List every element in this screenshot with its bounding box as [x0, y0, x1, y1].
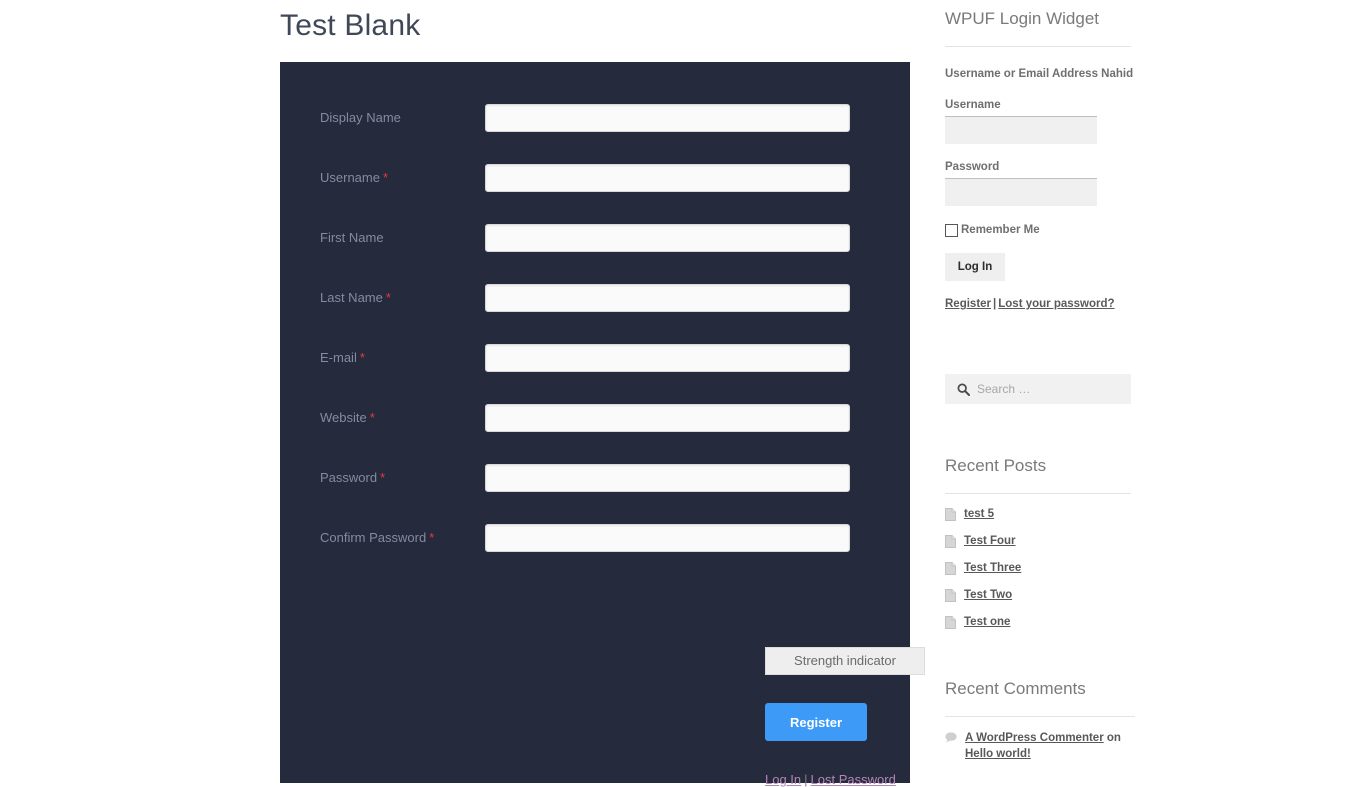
- input-username[interactable]: [485, 164, 850, 192]
- input-display-name[interactable]: [485, 104, 850, 132]
- sidebar-register-link[interactable]: Register: [945, 298, 991, 310]
- document-icon: [945, 562, 956, 575]
- widget-divider: [945, 46, 1131, 47]
- remember-me-row: Remember Me: [945, 224, 1131, 237]
- search-box[interactable]: [945, 374, 1132, 404]
- recent-posts-title: Recent Posts: [945, 456, 1047, 475]
- recent-posts-widget: Recent Posts test 5 Test Four Test Three Te…: [945, 447, 1131, 629]
- wpuf-login-widget: WPUF Login Widget Username or Email Addr…: [945, 0, 1134, 310]
- remember-me-checkbox[interactable]: [945, 224, 958, 237]
- recent-post-link[interactable]: Test Two: [964, 588, 1012, 602]
- input-last-name[interactable]: [485, 284, 850, 312]
- form-row-password: Password *: [280, 464, 910, 492]
- form-links-separator: |: [804, 772, 808, 787]
- label-email: E-mail *: [320, 350, 365, 365]
- form-row-website: Website *: [280, 404, 910, 432]
- document-icon: [945, 589, 956, 602]
- recent-post-link[interactable]: Test one: [964, 615, 1010, 629]
- label-confirm-password: Confirm Password *: [320, 530, 435, 545]
- required-marker: *: [385, 290, 391, 305]
- input-confirm-password[interactable]: [485, 524, 850, 552]
- form-row-first-name: First Name: [280, 224, 910, 252]
- register-button[interactable]: Register: [765, 703, 867, 741]
- search-icon: [957, 383, 970, 396]
- document-icon: [945, 616, 956, 629]
- required-marker: *: [382, 170, 389, 185]
- form-row-display-name: Display Name: [280, 104, 910, 132]
- required-marker: *: [429, 530, 435, 545]
- sidebar-login-button[interactable]: Log In: [945, 253, 1005, 281]
- form-row-email: E-mail *: [280, 344, 910, 372]
- recent-post-link[interactable]: Test Four: [964, 534, 1016, 548]
- sidebar: WPUF Login Widget Username or Email Addr…: [945, 0, 1135, 783]
- recent-post-link[interactable]: Test Three: [964, 561, 1021, 575]
- recent-comment-item: A WordPress Commenter on Hello world!: [945, 730, 1135, 762]
- recent-post-item: test 5: [945, 507, 1131, 521]
- required-marker: *: [359, 350, 365, 365]
- recent-post-item: Test Four: [945, 534, 1131, 548]
- registration-form-panel: Display Name Username * First Name Last Name…: [280, 62, 925, 787]
- recent-post-link[interactable]: test 5: [964, 507, 994, 521]
- form-row-last-name: Last Name *: [280, 284, 910, 312]
- sidebar-links-separator: |: [993, 298, 997, 310]
- form-lost-password-link[interactable]: Lost Password: [811, 772, 896, 787]
- recent-comments-list: A WordPress Commenter on Hello world!: [945, 730, 1135, 762]
- form-footer-links: Log In | Lost Password: [765, 772, 896, 787]
- search-widget: [945, 374, 1132, 404]
- comment-author-link[interactable]: A WordPress Commenter: [965, 732, 1104, 744]
- remember-me-label: Remember Me: [961, 224, 1040, 236]
- label-last-name: Last Name *: [320, 290, 391, 305]
- document-icon: [945, 535, 956, 548]
- recent-comments-widget: Recent Comments A WordPress Commenter on…: [945, 670, 1135, 762]
- label-password: Password *: [320, 470, 386, 485]
- password-strength-indicator: Strength indicator: [765, 647, 925, 675]
- label-first-name: First Name: [320, 230, 384, 245]
- form-login-link[interactable]: Log In: [765, 772, 801, 787]
- input-first-name[interactable]: [485, 224, 850, 252]
- search-input[interactable]: [977, 382, 1132, 396]
- label-display-name: Display Name: [320, 110, 401, 125]
- comment-post-link[interactable]: Hello world!: [965, 748, 1031, 760]
- page-title: Test Blank: [280, 9, 421, 42]
- comment-bubble-icon: [945, 732, 957, 743]
- recent-post-item: Test one: [945, 615, 1131, 629]
- recent-post-item: Test Two: [945, 588, 1131, 602]
- sidebar-username-input[interactable]: [945, 116, 1097, 144]
- widget-divider: [945, 716, 1135, 717]
- form-row-username: Username *: [280, 164, 910, 192]
- recent-post-item: Test Three: [945, 561, 1131, 575]
- sidebar-password-label: Password: [945, 161, 1000, 173]
- widget-divider: [945, 493, 1131, 494]
- recent-comment-text: A WordPress Commenter on Hello world!: [965, 730, 1135, 762]
- sidebar-username-label: Username: [945, 99, 1001, 111]
- input-email[interactable]: [485, 344, 850, 372]
- label-username: Username *: [320, 170, 389, 185]
- comment-connector: on: [1103, 732, 1121, 744]
- input-password[interactable]: [485, 464, 850, 492]
- wpuf-login-widget-title: WPUF Login Widget: [945, 9, 1099, 28]
- required-marker: *: [369, 410, 375, 425]
- form-row-confirm-password: Confirm Password *: [280, 524, 910, 552]
- label-website: Website *: [320, 410, 375, 425]
- sidebar-password-input[interactable]: [945, 178, 1097, 206]
- required-marker: *: [380, 470, 386, 485]
- sidebar-login-links: Register | Lost your password?: [945, 298, 1131, 310]
- login-status-text: Username or Email Address Nahid: [945, 68, 1134, 80]
- sidebar-lost-password-link[interactable]: Lost your password?: [998, 298, 1114, 310]
- input-website[interactable]: [485, 404, 850, 432]
- document-icon: [945, 508, 956, 521]
- recent-posts-list: test 5 Test Four Test Three Test Two Test on…: [945, 507, 1131, 629]
- recent-comments-title: Recent Comments: [945, 679, 1086, 698]
